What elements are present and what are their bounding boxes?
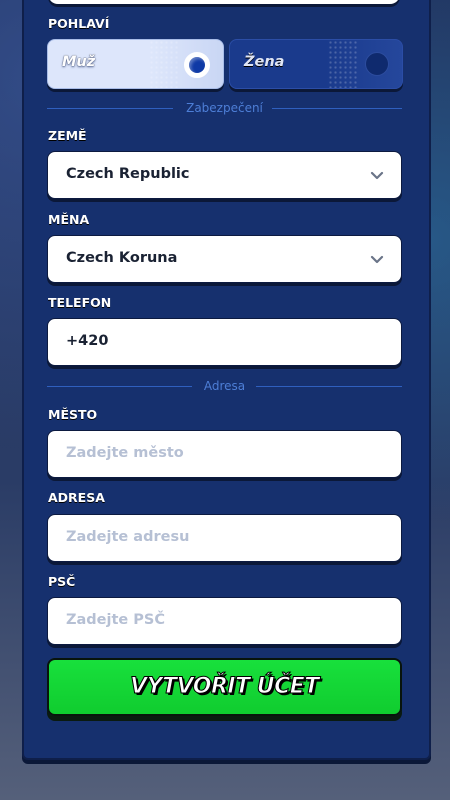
gender-option-female[interactable]: Žena [229,39,403,89]
postcode-input-placeholder: Zadejte PSČ [66,612,166,628]
city-input[interactable]: Zadejte město [47,430,402,478]
postcode-input[interactable]: Zadejte PSČ [47,597,402,645]
section-divider-address: Adresa [47,379,402,393]
country-select-value: Czech Republic [66,166,190,182]
section-divider-security-text: Zabezpečení [186,101,263,115]
phone-input[interactable]: +420 [47,318,402,366]
dots-pattern [328,40,358,88]
currency-label: MĚNA [48,212,90,227]
phone-input-value: +420 [66,333,109,349]
city-input-placeholder: Zadejte město [66,445,184,461]
country-select[interactable]: Czech Republic [47,151,402,199]
postcode-label: PSČ [48,574,76,589]
city-label: MĚSTO [48,407,98,422]
create-account-button[interactable]: VYTVOŘIT ÚČET [47,658,402,716]
currency-select[interactable]: Czech Koruna [47,235,402,283]
gender-option-male[interactable]: Muž [47,39,224,89]
address-label: ADRESA [48,490,105,505]
phone-label: TELEFON [48,295,112,310]
section-divider-address-text: Adresa [203,379,246,393]
address-input-placeholder: Zadejte adresu [66,529,190,545]
gender-option-female-label: Žena [244,54,285,70]
previous-field-edge[interactable] [48,0,400,4]
dots-pattern [149,40,179,88]
gender-label: POHLAVÍ [48,16,110,31]
gender-option-male-label: Muž [62,54,96,70]
radio-unselected-icon[interactable] [365,52,389,76]
chevron-down-icon [370,255,384,264]
address-input[interactable]: Zadejte adresu [47,514,402,562]
section-divider-security: Zabezpečení [47,101,402,115]
currency-select-value: Czech Koruna [66,250,178,266]
country-label: ZEMĚ [48,128,87,143]
chevron-down-icon [370,171,384,180]
radio-selected-icon[interactable] [184,52,210,78]
create-account-button-label: VYTVOŘIT ÚČET [130,674,320,700]
